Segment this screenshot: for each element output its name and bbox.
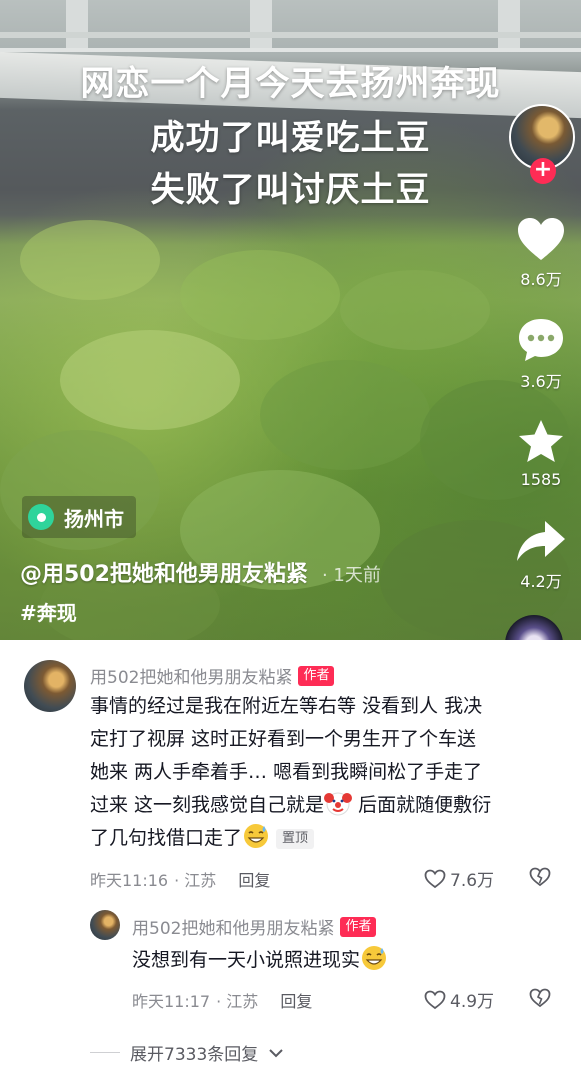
comment-text-line: 定打了视屏 这时正好看到一个男生开了个车送: [90, 728, 477, 750]
share-button[interactable]: 4.2万: [501, 518, 581, 592]
comment-text-segment: 后面就随便敷衍: [352, 794, 492, 816]
comment-text-segment: 过来 这一刻我感觉自己就是: [90, 794, 325, 816]
clown-emoji-icon: [324, 792, 353, 816]
sweat-smile-emoji-icon: [362, 946, 387, 970]
comment-text-line: 她来 两人手牵着手… 嗯看到我瞬间松了手走了: [90, 761, 483, 783]
comment-text-line: 过来 这一刻我感觉自己就是 后面就随便敷衍: [90, 789, 560, 822]
like-button[interactable]: 8.6万: [501, 216, 581, 290]
reply-text: 没想到有一天小说照进现实: [132, 944, 552, 977]
comment-username[interactable]: 用502把她和他男朋友粘紧: [90, 663, 292, 688]
comment-avatar[interactable]: [24, 660, 76, 712]
video-author-line: @用502把她和他男朋友粘紧 · 1天前: [20, 556, 381, 588]
comment-text: 事情的经过是我在附近左等右等 没看到人 我决 定打了视屏 这时正好看到一个男生开…: [90, 690, 560, 855]
comment-bubble-icon: [519, 319, 563, 361]
comment-button[interactable]: 3.6万: [501, 316, 581, 392]
favorite-button[interactable]: 1585: [501, 418, 581, 489]
heart-icon: [518, 218, 564, 260]
broken-heart-icon[interactable]: [529, 867, 551, 887]
comment-text-line: 了几句找借口走了 置顶: [90, 822, 560, 855]
share-count: 4.2万: [520, 572, 562, 591]
comment-time: 昨天11:16: [90, 871, 169, 890]
reply-button[interactable]: 回复: [238, 867, 270, 891]
comment-region: · 江苏: [174, 871, 217, 890]
pinned-badge: 置顶: [276, 828, 315, 849]
post-time: · 1天前: [321, 565, 381, 586]
caption-line-1: 网恋一个月今天去扬州奔现: [80, 64, 501, 104]
location-tag[interactable]: 扬州市: [22, 496, 136, 538]
reply-meta: 昨天11:17 · 江苏 回复: [132, 988, 312, 1012]
comment-meta: 昨天11:16 · 江苏 回复: [90, 867, 270, 891]
reply-like-button[interactable]: 4.9万: [424, 987, 494, 1012]
comment-like-count: 7.6万: [450, 871, 495, 891]
location-name: 扬州市: [64, 506, 124, 531]
favorite-count: 1585: [520, 470, 562, 489]
like-count: 8.6万: [520, 270, 562, 289]
heart-outline-icon: [424, 869, 446, 888]
comment-text-line: 事情的经过是我在附近左等右等 没看到人 我决: [90, 695, 483, 717]
heart-outline-icon: [424, 990, 446, 1009]
creator-avatar[interactable]: +: [509, 104, 575, 184]
bridge-railing: [0, 0, 581, 60]
star-icon: [519, 420, 563, 462]
reply-username[interactable]: 用502把她和他男朋友粘紧: [132, 914, 334, 939]
expand-replies-label: 展开7333条回复: [130, 1045, 259, 1065]
reply-like-count: 4.9万: [450, 992, 495, 1012]
reply-button[interactable]: 回复: [280, 988, 312, 1012]
comment-header: 用502把她和他男朋友粘紧 作者: [90, 663, 335, 688]
caption-line-2: 成功了叫爱吃土豆: [150, 118, 431, 158]
divider-line: [90, 1052, 120, 1053]
sweat-smile-emoji-icon: [244, 824, 269, 848]
comment-count: 3.6万: [520, 372, 562, 391]
reply-text-content: 没想到有一天小说照进现实: [132, 949, 361, 971]
reply-time: 昨天11:17: [132, 992, 211, 1011]
share-arrow-icon: [517, 521, 565, 561]
location-pin-icon: [28, 504, 54, 530]
comment-text-segment: 了几句找借口走了: [90, 827, 243, 849]
broken-heart-icon[interactable]: [529, 988, 551, 1008]
hashtag-link[interactable]: #奔现: [20, 597, 77, 626]
reply-region: · 江苏: [216, 992, 259, 1011]
author-badge: 作者: [298, 665, 335, 686]
reply-header: 用502把她和他男朋友粘紧 作者: [132, 914, 377, 939]
author-badge: 作者: [340, 916, 377, 937]
caption-line-3: 失败了叫讨厌土豆: [150, 170, 431, 210]
expand-replies-button[interactable]: 展开7333条回复: [90, 1040, 284, 1065]
comment-like-button[interactable]: 7.6万: [424, 866, 494, 891]
follow-button[interactable]: +: [530, 158, 556, 184]
reply-avatar[interactable]: [90, 910, 120, 940]
chevron-down-icon: [269, 1048, 283, 1057]
video-author-name[interactable]: @用502把她和他男朋友粘紧: [20, 556, 308, 588]
video-player[interactable]: 网恋一个月今天去扬州奔现 成功了叫爱吃土豆 失败了叫讨厌土豆 + 8.6万 3.…: [0, 0, 581, 640]
